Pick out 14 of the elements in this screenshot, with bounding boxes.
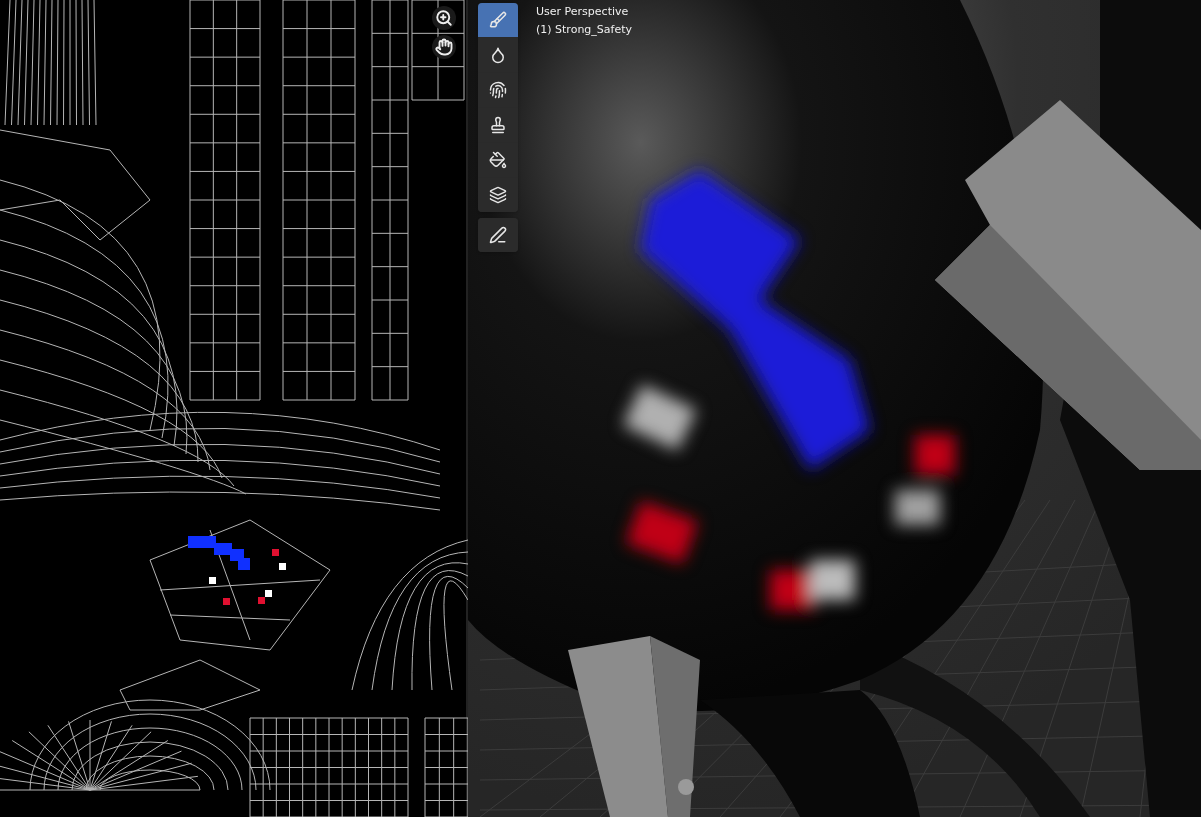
droplet-icon — [489, 46, 507, 64]
view-name: User Perspective — [536, 4, 630, 20]
paint-bucket-icon — [489, 151, 507, 169]
object-name: (1) Strong_Safety — [536, 22, 633, 38]
tool-button[interactable] — [478, 218, 518, 252]
brush-icon — [489, 11, 507, 29]
tool-button[interactable] — [478, 178, 518, 212]
hand-icon[interactable] — [432, 35, 456, 59]
fingerprint-icon — [489, 81, 507, 99]
pen-icon — [489, 226, 507, 244]
layers-icon — [489, 186, 507, 204]
stamp-icon — [489, 116, 507, 134]
tool-button[interactable] — [478, 38, 518, 72]
zoom-in-icon[interactable] — [432, 6, 456, 30]
